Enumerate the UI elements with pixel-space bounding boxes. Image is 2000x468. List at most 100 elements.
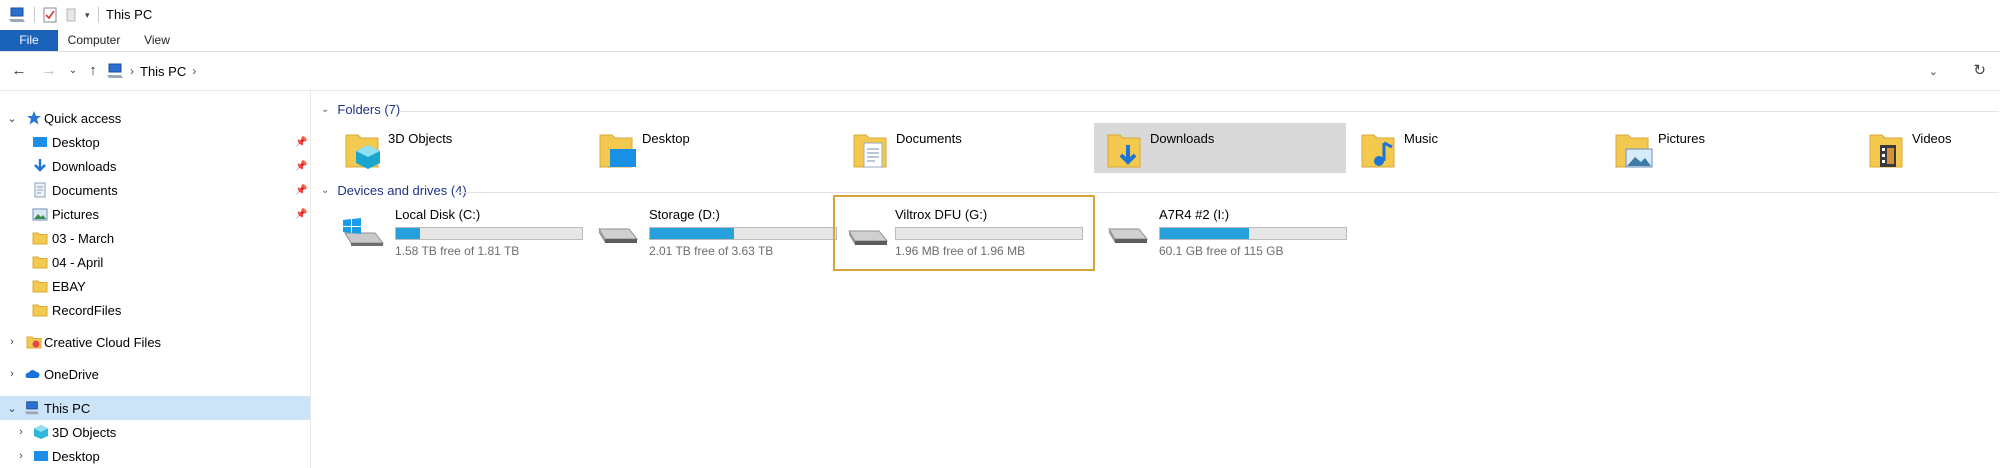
- forward-arrow-icon[interactable]: →: [40, 62, 58, 80]
- sidebar-item-label: 3D Objects: [52, 424, 117, 440]
- sidebar-item-label: OneDrive: [44, 366, 99, 382]
- breadcrumb-chevron-icon[interactable]: ›: [130, 64, 134, 78]
- breadcrumb-chevron-icon[interactable]: ›: [192, 64, 196, 78]
- drive-usage-bar: [649, 227, 837, 240]
- drive-name: Storage (D:): [649, 207, 720, 222]
- expand-chevron-icon[interactable]: ›: [15, 450, 27, 462]
- drive-viltrox-dfu-g[interactable]: Viltrox DFU (G:) 1.96 MB free of 1.96 MB: [833, 195, 1095, 271]
- sidebar-item-03-march[interactable]: 03 - March: [0, 226, 310, 250]
- sidebar-item-downloads[interactable]: Downloads 📌: [0, 154, 310, 178]
- sidebar-item-label: EBAY: [52, 278, 86, 294]
- sidebar-item-label: Downloads: [52, 158, 117, 174]
- hard-drive-icon: [1108, 228, 1149, 243]
- sidebar-item-label: Pictures: [52, 206, 99, 222]
- sidebar-item-label: 04 - April: [52, 254, 104, 270]
- drive-local-disk-c[interactable]: Local Disk (C:) 1.58 TB free of 1.81 TB: [333, 197, 589, 269]
- sidebar-item-ebay[interactable]: EBAY: [0, 274, 310, 298]
- tab-file[interactable]: File: [0, 30, 58, 51]
- drive-free-space: 2.01 TB free of 3.63 TB: [649, 244, 774, 258]
- folder-name: Music: [1404, 131, 1438, 146]
- expand-chevron-icon[interactable]: ⌄: [6, 112, 18, 125]
- back-arrow-icon[interactable]: ←: [10, 62, 28, 80]
- sidebar-item-label: Creative Cloud Files: [44, 334, 162, 350]
- drive-usage-bar: [1159, 227, 1347, 240]
- folder-name: Downloads: [1150, 131, 1215, 146]
- properties-icon[interactable]: [43, 7, 57, 23]
- sidebar-item-documents[interactable]: Documents 📌: [0, 178, 310, 202]
- sidebar-item-label: This PC: [44, 400, 91, 416]
- star-icon: [27, 111, 41, 125]
- address-bar[interactable]: › This PC ›: [106, 60, 1976, 82]
- collapse-chevron-icon[interactable]: ⌄: [6, 402, 18, 415]
- up-arrow-icon[interactable]: ↑: [84, 62, 102, 80]
- folder-documents[interactable]: Documents: [840, 123, 1092, 173]
- sidebar-item-label: Desktop: [52, 448, 100, 464]
- drive-name: Viltrox DFU (G:): [895, 207, 988, 222]
- 3d-objects-folder-icon: [345, 134, 380, 169]
- sidebar-item-pictures[interactable]: Pictures 📌: [0, 202, 310, 226]
- drive-usage-fill: [1160, 228, 1250, 239]
- new-folder-icon[interactable]: [65, 7, 77, 23]
- sidebar-item-3d-objects[interactable]: › 3D Objects: [0, 420, 310, 444]
- refresh-icon[interactable]: ↻: [1973, 61, 1986, 79]
- expand-chevron-icon[interactable]: ›: [15, 426, 27, 438]
- collapse-chevron-icon[interactable]: ⌄: [321, 104, 329, 115]
- tab-computer[interactable]: Computer: [62, 30, 126, 51]
- videos-folder-icon: [1869, 134, 1903, 168]
- sidebar-item-04-april[interactable]: 04 - April: [0, 250, 310, 274]
- folders-group-header[interactable]: ⌄ Folders (7): [321, 102, 400, 117]
- desktop-folder-icon: [599, 134, 636, 168]
- this-pc-icon[interactable]: [8, 7, 26, 23]
- recent-locations-chevron-icon[interactable]: ⌄: [64, 62, 82, 80]
- expand-chevron-icon[interactable]: ›: [6, 368, 18, 380]
- folder-music[interactable]: Music: [1348, 123, 1600, 173]
- sidebar-item-desktop-pc[interactable]: › Desktop: [0, 444, 310, 468]
- folder-downloads[interactable]: Downloads: [1094, 123, 1346, 173]
- folder-pictures[interactable]: Pictures: [1602, 123, 1854, 173]
- sidebar-item-desktop[interactable]: Desktop 📌: [0, 130, 310, 154]
- music-folder-icon: [1361, 134, 1395, 168]
- drive-free-space: 60.1 GB free of 115 GB: [1159, 244, 1284, 258]
- drive-name: Local Disk (C:): [395, 207, 481, 222]
- sidebar-item-onedrive[interactable]: › OneDrive: [0, 362, 310, 386]
- address-history-chevron-icon[interactable]: ⌄: [1929, 65, 1938, 78]
- sidebar-item-label: 03 - March: [52, 230, 115, 246]
- pictures-folder-icon: [1615, 134, 1653, 168]
- title-bar: ▾ This PC: [0, 0, 2000, 30]
- onedrive-cloud-icon: [25, 370, 40, 378]
- drive-storage-d[interactable]: Storage (D:) 2.01 TB free of 3.63 TB: [587, 197, 843, 269]
- pin-icon[interactable]: 📌: [295, 161, 307, 172]
- tab-view[interactable]: View: [140, 30, 174, 51]
- pin-icon[interactable]: 📌: [295, 185, 307, 196]
- collapse-chevron-icon[interactable]: ⌄: [321, 185, 329, 196]
- this-pc-icon: [107, 63, 123, 78]
- sidebar-item-recordfiles[interactable]: RecordFiles: [0, 298, 310, 322]
- breadcrumb-this-pc[interactable]: This PC: [140, 64, 186, 79]
- drive-name: A7R4 #2 (I:): [1159, 207, 1230, 222]
- folder-videos[interactable]: Videos: [1856, 123, 2000, 173]
- group-divider: [399, 111, 1999, 112]
- folder-desktop[interactable]: Desktop: [586, 123, 838, 173]
- folder-name: Documents: [896, 131, 962, 146]
- ribbon: File Computer View: [0, 30, 2000, 52]
- creative-cloud-icon: [26, 336, 42, 349]
- desktop-icon: [34, 451, 48, 461]
- drives-group-header[interactable]: ⌄ Devices and drives (4): [321, 183, 467, 198]
- sidebar-item-this-pc[interactable]: ⌄ This PC: [0, 396, 310, 420]
- folder-name: Desktop: [642, 131, 690, 146]
- pin-icon[interactable]: 📌: [295, 209, 307, 220]
- this-pc-icon: [24, 401, 40, 415]
- expand-chevron-icon[interactable]: ›: [6, 336, 18, 348]
- hard-drive-icon: [598, 228, 639, 243]
- drive-free-space: 1.58 TB free of 1.81 TB: [395, 244, 520, 258]
- sidebar-item-quick-access[interactable]: ⌄ Quick access: [0, 106, 310, 130]
- quick-access-toolbar: ▾: [8, 6, 99, 24]
- folder-3d-objects[interactable]: 3D Objects: [332, 123, 584, 173]
- sidebar-item-creative-cloud-files[interactable]: › Creative Cloud Files: [0, 330, 310, 354]
- folder-icon: [32, 232, 48, 245]
- documents-folder-icon: [853, 134, 887, 168]
- drive-a7r4-2-i[interactable]: A7R4 #2 (I:) 60.1 GB free of 115 GB: [1097, 197, 1353, 269]
- customize-toolbar-icon[interactable]: ▾: [85, 10, 90, 21]
- pin-icon[interactable]: 📌: [295, 137, 307, 148]
- downloads-folder-icon: [1107, 134, 1141, 168]
